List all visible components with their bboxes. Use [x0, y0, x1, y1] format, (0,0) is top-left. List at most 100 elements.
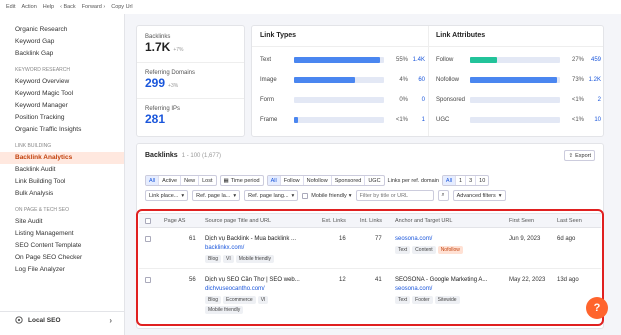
attr-filter-sponsored[interactable]: Sponsored: [332, 176, 366, 185]
chevron-down-icon: ▾: [233, 192, 237, 199]
link-attributes-title: Link Attributes: [436, 32, 486, 39]
referring-domains-value[interactable]: 299: [145, 76, 165, 90]
link-attribute-bar-fill: [470, 57, 497, 63]
sidebar-item-backlink-gap[interactable]: Backlink Gap: [0, 48, 124, 60]
export-button[interactable]: ⇪ Export: [564, 150, 595, 161]
link-type-count[interactable]: 1.4K: [408, 57, 425, 63]
menu-copy-url[interactable]: Copy Url: [111, 4, 132, 10]
sidebar-item-organic-research[interactable]: Organic Research: [0, 24, 124, 36]
attr-filter-nofollow[interactable]: Nofollow: [304, 176, 332, 185]
type-filter-all[interactable]: All: [146, 176, 160, 185]
time-period-label: Time period: [230, 177, 260, 184]
link-type-count[interactable]: 0: [408, 97, 425, 103]
location-pin-icon: [15, 315, 23, 326]
sidebar-item-local-seo[interactable]: Local SEO ›: [0, 311, 124, 329]
sidebar: Organic Research Keyword Gap Backlink Ga…: [0, 14, 125, 335]
export-label: Export: [575, 152, 591, 159]
type-filter-lost[interactable]: Lost: [199, 176, 215, 185]
filter-search-input[interactable]: [355, 190, 434, 201]
referring-ips-value[interactable]: 281: [145, 112, 180, 126]
attr-filter-all[interactable]: All: [267, 176, 281, 185]
local-seo-label: Local SEO: [28, 317, 61, 324]
link-attribute-name: UGC: [436, 117, 450, 123]
mobile-friendly-label: Mobile friendly: [311, 192, 347, 199]
per-domain-10[interactable]: 10: [476, 176, 488, 185]
mobile-friendly-checkbox[interactable]: Mobile friendly ▾: [302, 192, 352, 199]
link-type-row: Form 0% 0: [260, 95, 425, 105]
link-attribute-bar: [470, 77, 560, 83]
chevron-down-icon: ▾: [291, 192, 295, 199]
calendar-icon: ▦: [223, 177, 229, 184]
highlight-box: [136, 209, 604, 326]
link-type-count[interactable]: 1: [408, 117, 425, 123]
time-period-button[interactable]: ▦ Time period: [219, 175, 264, 186]
menu-action[interactable]: Action: [21, 4, 36, 10]
sidebar-item-site-audit[interactable]: Site Audit: [0, 216, 124, 228]
ref-page-language-dropdown[interactable]: Ref. page lang... ▾: [244, 190, 299, 201]
help-button[interactable]: ?: [586, 297, 608, 319]
link-attribute-bar: [470, 117, 560, 123]
chevron-down-icon: ▾: [498, 192, 502, 199]
sidebar-item-listing-management[interactable]: Listing Management: [0, 228, 124, 240]
link-place-label: Link place...: [149, 192, 179, 199]
sidebar-item-backlink-analytics[interactable]: Backlink Analytics: [0, 152, 124, 164]
type-filter-group: All Active New Lost: [145, 175, 217, 186]
sidebar-item-backlink-audit[interactable]: Backlink Audit: [0, 164, 124, 176]
ref-page-lang-label: Ref. page la...: [196, 192, 231, 199]
sidebar-item-keyword-overview[interactable]: Keyword Overview: [0, 76, 124, 88]
sidebar-heading-link-building: LINK BUILDING: [15, 143, 52, 149]
link-place-dropdown[interactable]: Link place... ▾: [145, 190, 189, 201]
link-type-pct: <1%: [395, 117, 408, 123]
link-attribute-row: UGC <1% 10: [436, 115, 601, 125]
per-domain-group: All 1 3 10: [441, 175, 490, 186]
link-attribute-count[interactable]: 1.2K: [584, 77, 601, 83]
link-types-title: Link Types: [260, 32, 297, 39]
link-attribute-count[interactable]: 10: [584, 117, 601, 123]
menu-forward[interactable]: Forward ›: [82, 4, 106, 10]
attr-filter-follow[interactable]: Follow: [281, 176, 304, 185]
chevron-down-icon: ▾: [348, 192, 352, 199]
filter-row-1: All Active New Lost ▦ Time period All Fo…: [145, 175, 490, 186]
type-filter-active[interactable]: Active: [159, 176, 182, 185]
menu-back[interactable]: ‹ Back: [60, 4, 76, 10]
per-domain-1[interactable]: 1: [456, 176, 467, 185]
per-domain-3[interactable]: 3: [466, 176, 477, 185]
link-type-bar: [294, 117, 384, 123]
link-type-pct: 4%: [399, 77, 408, 83]
sidebar-item-keyword-gap[interactable]: Keyword Gap: [0, 36, 124, 48]
link-type-pct: 55%: [395, 57, 408, 63]
link-type-count[interactable]: 60: [408, 77, 425, 83]
backlinks-delta: +7%: [173, 47, 184, 53]
sidebar-heading-on-page-tech-seo: ON PAGE & TECH SEO: [15, 207, 69, 213]
sidebar-item-position-tracking[interactable]: Position Tracking: [0, 112, 124, 124]
sidebar-item-bulk-analysis[interactable]: Bulk Analysis: [0, 188, 124, 200]
metrics-card: Backlinks 1.7K +7% Referring Domains 299…: [136, 25, 245, 137]
menu-help[interactable]: Help: [43, 4, 54, 10]
sidebar-item-seo-content-template[interactable]: SEO Content Template: [0, 240, 124, 252]
link-attribute-pct: <1%: [571, 117, 584, 123]
link-attribute-count[interactable]: 2: [584, 97, 601, 103]
per-domain-all[interactable]: All: [442, 176, 457, 185]
ref-page-lang-dropdown[interactable]: Ref. page la... ▾: [192, 190, 241, 201]
sidebar-item-organic-traffic-insights[interactable]: Organic Traffic Insights: [0, 124, 124, 136]
link-type-bar-fill: [294, 77, 356, 83]
search-button[interactable]: ⌕: [437, 190, 449, 201]
ref-page-language-label: Ref. page lang...: [248, 192, 289, 199]
link-attribute-count[interactable]: 459: [584, 57, 601, 63]
type-filter-new[interactable]: New: [181, 176, 200, 185]
upload-icon: ⇪: [568, 152, 574, 159]
link-attribute-bar: [470, 57, 560, 63]
sidebar-item-keyword-magic-tool[interactable]: Keyword Magic Tool: [0, 88, 124, 100]
link-type-name: Text: [260, 57, 272, 63]
sidebar-item-link-building-tool[interactable]: Link Building Tool: [0, 176, 124, 188]
chevron-down-icon: ▾: [181, 192, 185, 199]
sidebar-item-on-page-seo-checker[interactable]: On Page SEO Checker: [0, 252, 124, 264]
referring-domains-delta: +3%: [168, 83, 179, 89]
advanced-filters-dropdown[interactable]: Advanced filters ▾: [452, 190, 506, 201]
sidebar-item-log-file-analyzer[interactable]: Log File Analyzer: [0, 264, 124, 276]
attr-filter-ugc[interactable]: UGC: [365, 176, 383, 185]
link-type-name: Frame: [260, 117, 278, 123]
sidebar-item-keyword-manager[interactable]: Keyword Manager: [0, 100, 124, 112]
menu-edit[interactable]: Edit: [6, 4, 15, 10]
search-icon: ⌕: [441, 192, 445, 198]
